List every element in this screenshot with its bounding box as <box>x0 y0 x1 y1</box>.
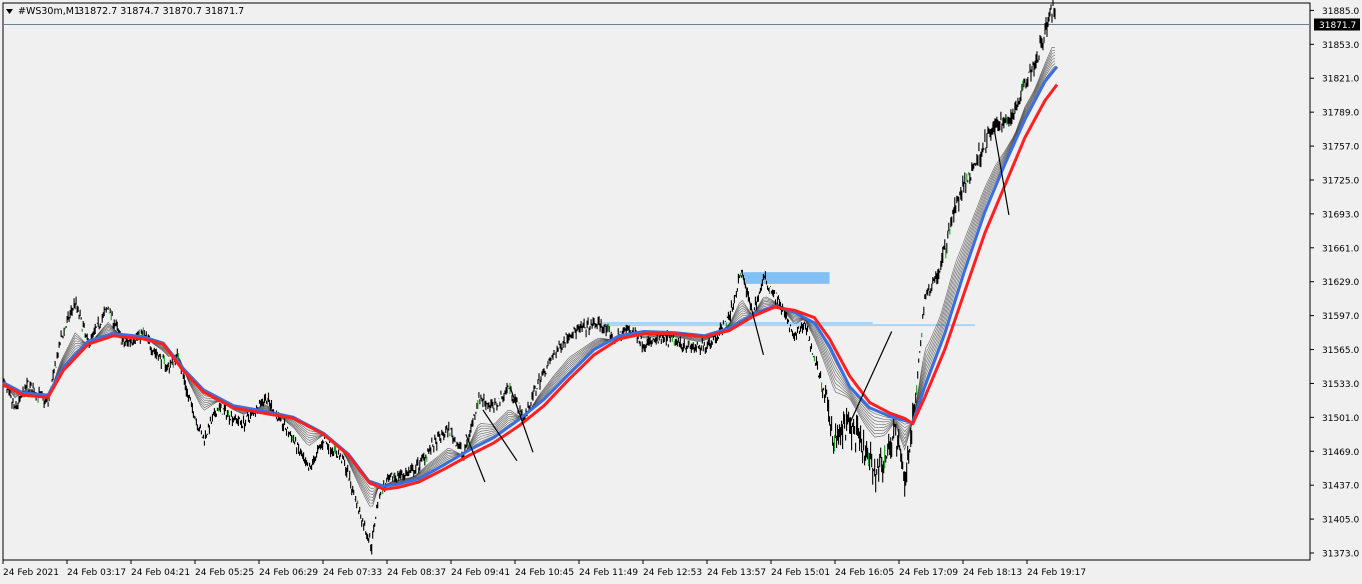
ema-blue-line <box>2 65 1059 488</box>
price-bars-path <box>2 0 1056 555</box>
y-tick-label-3: 31789.0 <box>1322 109 1359 119</box>
y-tick-label-14: 31437.0 <box>1322 482 1359 492</box>
y-tick-label-10: 31565.0 <box>1322 346 1359 356</box>
ribbon-ma-4 <box>2 54 1056 498</box>
price-bars-accent <box>37 80 1024 504</box>
y-tick-label-5: 31725.0 <box>1322 176 1359 186</box>
price-marker-value: 31871.7 <box>1319 21 1356 31</box>
price-bars <box>2 0 1056 555</box>
x-tick-label-5: 24 Feb 07:33 <box>323 568 382 578</box>
x-tick-label-3: 24 Feb 05:25 <box>195 568 254 578</box>
plot-frame <box>2 2 1311 561</box>
x-tick-label-1: 24 Feb 03:17 <box>67 568 126 578</box>
x-tick-label-14: 24 Feb 17:09 <box>899 568 958 578</box>
y-tick-label-7: 31661.0 <box>1322 244 1359 254</box>
x-tick-label-7: 24 Feb 09:41 <box>451 568 510 578</box>
y-tick-label-2: 31821.0 <box>1322 75 1359 85</box>
price-chart[interactable]: #WS30m,M1 31872.7 31874.7 31870.7 31871.… <box>0 0 1362 584</box>
y-tick-label-8: 31629.0 <box>1322 278 1359 288</box>
trendline-1[interactable] <box>465 434 486 483</box>
y-tick-label-15: 31405.0 <box>1322 516 1359 526</box>
y-tick-label-13: 31469.0 <box>1322 448 1359 458</box>
chart-window[interactable]: #WS30m,M1 31872.7 31874.7 31870.7 31871.… <box>0 0 1362 584</box>
x-tick-label-6: 24 Feb 08:37 <box>387 568 446 578</box>
y-tick-label-16: 31373.0 <box>1322 550 1359 560</box>
ribbon-ma-8 <box>2 66 1056 487</box>
x-tick-label-16: 24 Feb 19:17 <box>1027 568 1086 578</box>
triangle-down-icon[interactable] <box>6 9 13 14</box>
y-tick-label-12: 31501.0 <box>1322 414 1359 424</box>
x-tick-label-11: 24 Feb 13:57 <box>707 568 766 578</box>
y-tick-label-1: 31853.0 <box>1322 41 1359 51</box>
y-tick-label-11: 31533.0 <box>1322 380 1359 390</box>
x-tick-label-9: 24 Feb 11:49 <box>579 568 638 578</box>
y-tick-label-6: 31693.0 <box>1322 210 1359 220</box>
ribbon-ma-3 <box>2 52 1056 501</box>
x-tick-label-13: 24 Feb 16:05 <box>835 568 894 578</box>
y-tick-label-4: 31757.0 <box>1322 143 1359 153</box>
ohlc-values: 31872.7 31874.7 31870.7 31871.7 <box>78 6 244 17</box>
x-tick-label-2: 24 Feb 04:21 <box>131 568 190 578</box>
axis-layer: 31885.0 31853.0 31821.0 31789.0 31757.0 31725… <box>2 7 1359 578</box>
y-tick-label-9: 31597.0 <box>1322 312 1359 322</box>
symbol-label: #WS30m,M1 <box>18 6 80 17</box>
x-tick-label-8: 24 Feb 10:45 <box>515 568 574 578</box>
x-tick-label-12: 24 Feb 15:01 <box>771 568 830 578</box>
x-tick-label-0: 24 Feb 2021 <box>3 568 59 578</box>
x-tick-label-15: 24 Feb 18:13 <box>963 568 1022 578</box>
series-layer <box>2 0 1310 555</box>
y-tick-label-0: 31885.0 <box>1322 7 1359 17</box>
x-tick-label-4: 24 Feb 06:29 <box>259 568 318 578</box>
x-tick-label-10: 24 Feb 12:53 <box>643 568 702 578</box>
trendline-2[interactable] <box>482 409 518 462</box>
supply-zone-box[interactable] <box>743 272 830 284</box>
